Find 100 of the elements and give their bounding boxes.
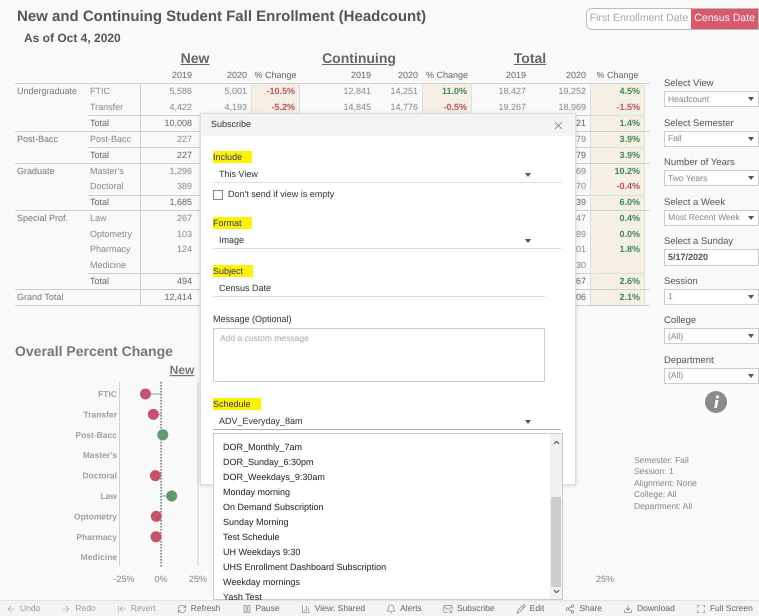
schedule-option[interactable]: On Demand Subscription — [223, 500, 550, 515]
filter-dropdown[interactable]: Most Recent Week — [664, 210, 759, 226]
toolbar-button[interactable]: Edit — [516, 602, 544, 615]
percent-change-cell: 2.1% — [590, 290, 645, 305]
filter-dropdown[interactable]: 1 — [664, 288, 759, 304]
row-label: Doctoral — [90, 180, 124, 193]
filter-dropdown[interactable]: (All) — [664, 368, 759, 384]
checkbox-label: Don't send if view is empty — [228, 188, 334, 202]
info-icon[interactable] — [705, 391, 727, 413]
column-header: 2019 — [170, 69, 193, 82]
filter-label: Number of Years — [664, 156, 736, 169]
mail-plus-icon — [442, 604, 453, 614]
percent-change-cell: -1.5% — [590, 100, 645, 115]
row-label: Medicine — [90, 258, 126, 272]
field-label: Message (Optional) — [213, 313, 292, 325]
filter-dropdown[interactable]: (All) — [664, 328, 759, 344]
field-label: Include — [213, 151, 252, 163]
row-group-label: Post-Bacc — [17, 132, 58, 146]
schedule-option[interactable]: UH Weekdays 9:30 — [223, 545, 550, 560]
row-group-label: Grand Total — [17, 290, 64, 304]
right-arrow-icon — [61, 604, 72, 614]
column-header: 2020 — [564, 69, 587, 82]
category-label: Doctoral — [82, 470, 117, 481]
percent-change-cell: 0.0% — [590, 226, 645, 242]
schedule-option[interactable]: DOR_Monthly_7am — [223, 440, 550, 455]
row-label: Optometry — [90, 228, 132, 241]
percent-change-cell: 10.2% — [590, 164, 645, 179]
filter-dropdown[interactable]: Two Years — [664, 170, 759, 186]
table-cell-text: 14,251 — [389, 85, 419, 98]
toolbar-button[interactable]: View: Shared — [300, 602, 366, 615]
scrollbar[interactable] — [550, 434, 562, 599]
schedule-option[interactable]: Test Schedule — [223, 530, 550, 545]
category-label: Post-Bacc — [75, 430, 117, 440]
table-cell: 494 — [140, 273, 196, 288]
table-cell: 5,586 — [140, 84, 196, 100]
filter-label: Select Semester — [664, 116, 735, 130]
category-label: Medicine — [80, 552, 117, 562]
toolbar-button[interactable]: Share — [565, 602, 602, 615]
caret-icon — [525, 238, 531, 242]
dialog-title: Subscribe — [211, 118, 252, 132]
schedule-option[interactable]: DOR_Weekdays_9:30am — [223, 470, 550, 485]
data-point — [150, 531, 162, 542]
filter-dropdown[interactable]: Headcount — [664, 91, 759, 107]
table-cell-text: 14,776 — [389, 100, 419, 114]
schedule-option[interactable]: DOR_Sunday_6:30pm — [223, 455, 550, 470]
scroll-up-icon[interactable] — [552, 438, 560, 447]
table-cell-text: 14,845 — [342, 100, 372, 114]
table-cell: 103 — [140, 226, 196, 242]
scroll-down-icon[interactable] — [552, 587, 560, 596]
filter-label: Select a Sunday — [664, 235, 734, 248]
summary-line: Semester: Fall — [634, 455, 690, 466]
select-field[interactable]: ADV_Everyday_8am — [213, 414, 561, 430]
scrollbar-thumb[interactable] — [551, 497, 561, 587]
select-field[interactable]: This View — [213, 167, 561, 183]
caret-icon — [748, 334, 754, 338]
toolbar-button[interactable]: Pause — [242, 602, 280, 615]
category-label: Pharmacy — [76, 532, 117, 542]
schedule-option[interactable]: Weekday mornings — [223, 575, 550, 590]
caret-icon — [525, 420, 531, 424]
table-cell-text: 89 — [574, 228, 587, 240]
as-of-date: As of Oct 4, 2020 — [23, 30, 122, 46]
toolbar-button[interactable]: Alerts — [386, 602, 422, 615]
filter-dropdown[interactable]: Fall — [664, 130, 759, 146]
row-group-label: Undergraduate — [17, 85, 78, 98]
toolbar-button[interactable]: Download — [623, 602, 675, 615]
category-label: Master's — [82, 450, 117, 460]
checkbox[interactable] — [213, 190, 223, 200]
schedule-option[interactable]: Sunday Morning — [223, 515, 550, 530]
schedule-option[interactable]: Monday morning — [223, 485, 550, 500]
column-header: 2020 — [396, 69, 419, 82]
table-cell-text: 69 — [574, 164, 587, 178]
toolbar-button[interactable]: Subscribe — [442, 602, 495, 615]
percent-change-cell: -0.4% — [590, 179, 645, 194]
summary-line: Session: 1 — [634, 466, 675, 478]
download-icon — [623, 604, 634, 614]
row-label: Law — [90, 212, 107, 225]
category-label: Law — [100, 491, 117, 501]
toolbar-button[interactable]: Full Screen — [696, 602, 753, 615]
schedule-option[interactable]: Yash Test — [223, 590, 550, 605]
caret-icon — [748, 97, 754, 101]
section-heading: Continuing — [321, 48, 397, 68]
table-cell-text: 01 — [574, 243, 587, 256]
table-cell-text: 70 — [574, 180, 587, 193]
tick-label: 0% — [154, 574, 168, 584]
category-label: Transfer — [83, 409, 117, 420]
data-point — [166, 490, 178, 502]
tick-label: 25% — [596, 573, 614, 586]
share-icon — [565, 604, 576, 614]
percent-change-cell: 3.9% — [590, 132, 645, 147]
dashboard-title: New and Continuing Student Fall Enrollment (Headcount) — [16, 7, 426, 27]
subject-field[interactable]: Census Date — [213, 281, 545, 297]
toggle-option[interactable]: Census Date — [691, 9, 758, 29]
table-cell: 389 — [140, 179, 196, 194]
table-cell-text: 18,427 — [497, 85, 527, 98]
table-cell-text: 4,193 — [223, 100, 248, 114]
select-field[interactable]: Image — [213, 233, 561, 249]
bell-icon — [386, 604, 396, 614]
toolbar-button[interactable]: Refresh — [176, 602, 221, 615]
date-field[interactable]: 5/17/2020 — [664, 249, 759, 266]
schedule-option[interactable]: UHS Enrollment Dashboard Subscription — [223, 560, 550, 575]
